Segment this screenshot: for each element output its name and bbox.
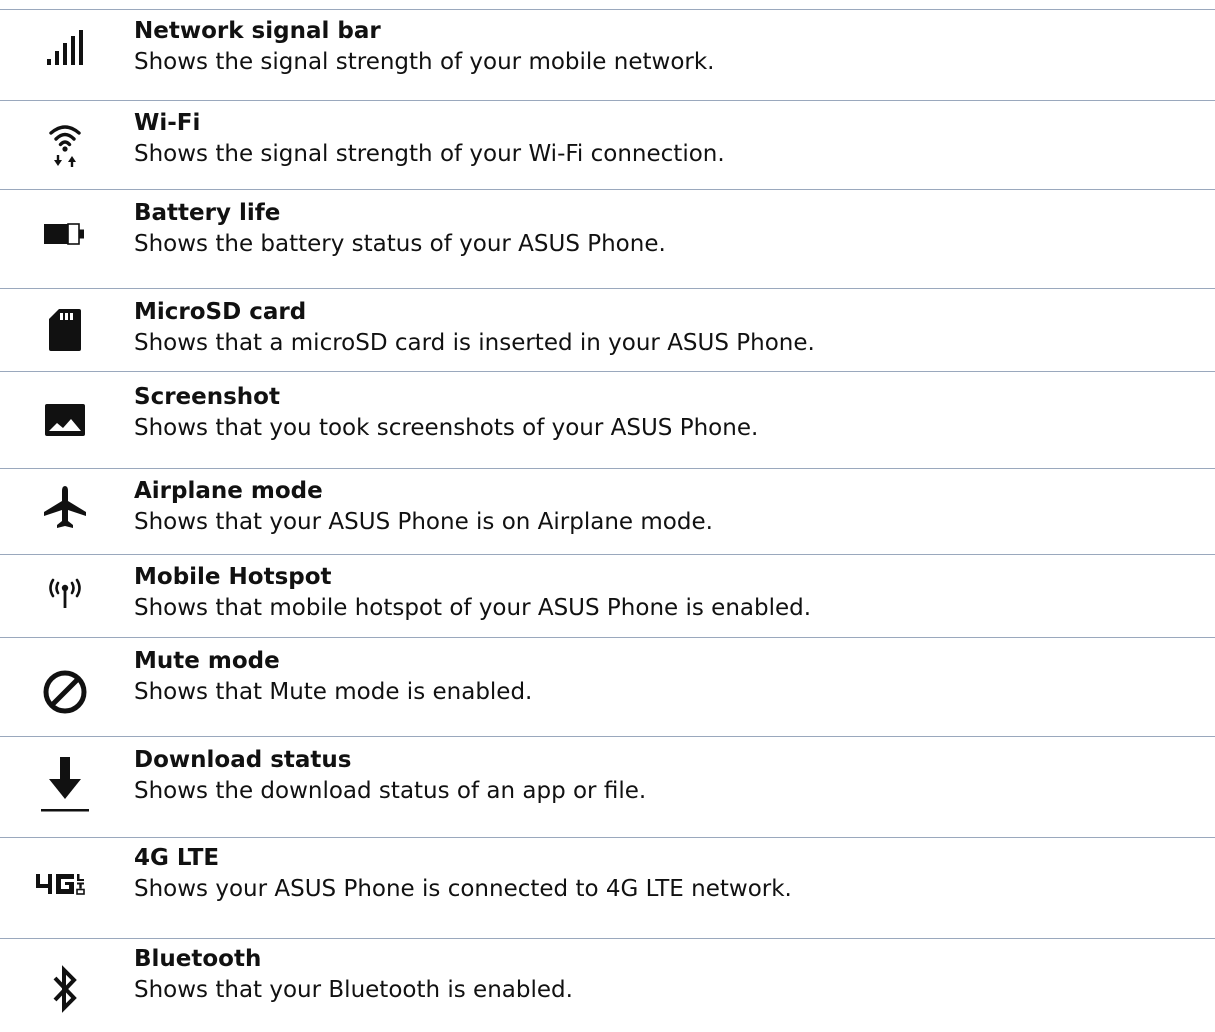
list-item: Airplane mode Shows that your ASUS Phone… <box>0 469 1215 554</box>
signal-bars-icon <box>0 20 130 80</box>
item-title: Download status <box>134 747 352 773</box>
list-item: Screenshot Shows that you took screensho… <box>0 372 1215 468</box>
list-item: Battery life Shows the battery status of… <box>0 190 1215 288</box>
list-item: Wi-Fi Shows the signal strength of your … <box>0 101 1215 189</box>
download-icon <box>0 749 130 819</box>
item-description: Shows the download status of an app or f… <box>134 778 647 804</box>
item-title: Bluetooth <box>134 946 262 972</box>
item-title: Airplane mode <box>134 478 323 504</box>
list-item: 4G LTE Shows your ASUS Phone is connecte… <box>0 838 1215 938</box>
item-title: Mobile Hotspot <box>134 564 332 590</box>
list-item: Bluetooth Shows that your Bluetooth is e… <box>0 939 1215 1032</box>
item-description: Shows that your Bluetooth is enabled. <box>134 977 573 1003</box>
mute-icon <box>0 652 130 732</box>
item-description: Shows that you took screenshots of your … <box>134 415 759 441</box>
item-description: Shows the signal strength of your mobile… <box>134 49 715 75</box>
list-item: Download status Shows the download statu… <box>0 737 1215 837</box>
bluetooth-icon <box>0 949 130 1029</box>
item-description: Shows that Mute mode is enabled. <box>134 679 533 705</box>
battery-icon <box>0 198 130 270</box>
list-item: Mute mode Shows that Mute mode is enable… <box>0 638 1215 736</box>
list-item: Mobile Hotspot Shows that mobile hotspot… <box>0 555 1215 637</box>
item-title: Mute mode <box>134 648 280 674</box>
status-icon-list: Network signal bar Shows the signal stre… <box>0 0 1215 1032</box>
4g-lte-icon <box>0 848 130 920</box>
item-description: Shows the signal strength of your Wi-Fi … <box>134 141 725 167</box>
list-item: MicroSD card Shows that a microSD card i… <box>0 289 1215 371</box>
wifi-icon <box>0 111 130 177</box>
item-title: Battery life <box>134 200 281 226</box>
item-title: MicroSD card <box>134 299 307 325</box>
item-description: Shows that mobile hotspot of your ASUS P… <box>134 595 812 621</box>
image-icon <box>0 382 130 458</box>
sd-card-icon <box>0 297 130 363</box>
item-description: Shows the battery status of your ASUS Ph… <box>134 231 666 257</box>
item-description: Shows your ASUS Phone is connected to 4G… <box>134 876 792 902</box>
item-title: Network signal bar <box>134 18 381 44</box>
item-title: 4G LTE <box>134 845 220 871</box>
item-description: Shows that your ASUS Phone is on Airplan… <box>134 509 713 535</box>
item-title: Screenshot <box>134 384 280 410</box>
item-title: Wi-Fi <box>134 110 201 136</box>
hotspot-icon <box>0 563 130 621</box>
list-item: Network signal bar Shows the signal stre… <box>0 10 1215 100</box>
airplane-icon <box>0 477 130 537</box>
item-description: Shows that a microSD card is inserted in… <box>134 330 815 356</box>
